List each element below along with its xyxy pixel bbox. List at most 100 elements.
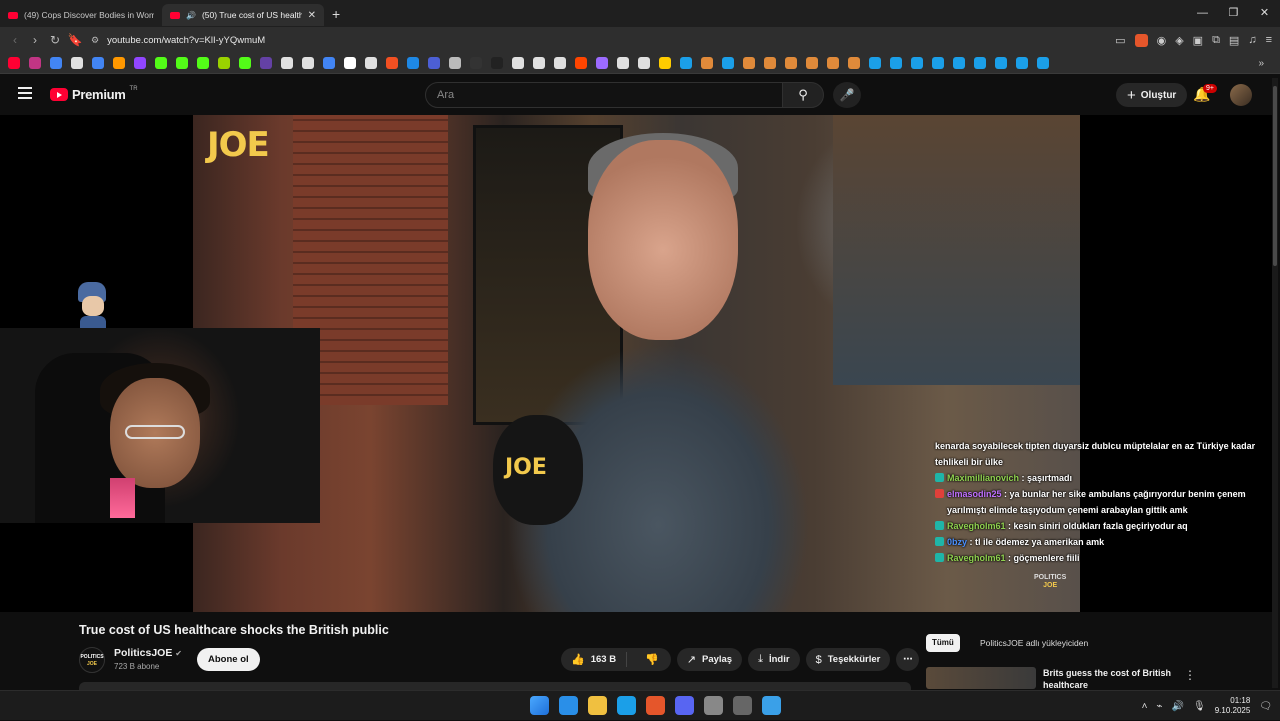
page-scrollbar[interactable] [1272,78,1278,688]
brave-shields-icon[interactable] [1134,33,1148,47]
bookmark-icon[interactable] [680,57,692,69]
forward-icon[interactable]: › [25,33,45,47]
extension-icon[interactable]: ▣ [1193,34,1203,47]
bookmark-icon[interactable] [764,57,776,69]
bookmark-icon[interactable] [92,57,104,69]
chevron-up-icon[interactable]: ˄ [1142,701,1148,712]
bookmark-icon[interactable] [113,57,125,69]
extension-icon[interactable]: ◉ [1157,34,1167,47]
thanks-button[interactable]: $ Teşekkürler [805,648,891,671]
more-vertical-icon[interactable]: ⋮ [1184,668,1196,682]
filter-chip-all[interactable]: Tümü [926,634,960,652]
bookmark-icon[interactable] [239,57,251,69]
bookmark-icon[interactable] [470,57,482,69]
taskbar-app-icon[interactable] [646,696,665,715]
bookmark-icon[interactable] [890,57,902,69]
bookmark-icon[interactable] [8,57,20,69]
bookmark-icon[interactable] [323,57,335,69]
taskbar-app-icon[interactable] [588,696,607,715]
bookmark-icon[interactable] [701,57,713,69]
url-field[interactable]: ⚙ youtube.com/watch?v=KlI-yYQwmuM [91,30,1081,50]
channel-name[interactable]: PoliticsJOE ✔ [114,647,182,659]
download-button[interactable]: ⤓ İndir [748,648,800,671]
youtube-premium-logo[interactable]: Premium TR [50,86,138,102]
minimize-button[interactable]: — [1187,0,1218,27]
taskbar-app-icon[interactable] [704,696,723,715]
media-icon[interactable]: ♫ [1248,34,1256,46]
bookmark-icon[interactable] [638,57,650,69]
bookmark-icon[interactable] [743,57,755,69]
browser-tab-2[interactable]: 🔊 (50) True cost of US healthcare ✕ [162,4,324,26]
description-box[interactable] [79,682,911,690]
bookmark-icon[interactable] [29,57,41,69]
bookmark-icon[interactable] [155,57,167,69]
puzzle-icon[interactable]: ⧉ [1212,34,1220,47]
bookmark-icon[interactable] [302,57,314,69]
menu-icon[interactable]: ≡ [1266,34,1272,46]
bookmark-icon[interactable] [50,57,62,69]
bookmark-icon[interactable] [260,57,272,69]
like-button[interactable]: 👍 163 B [561,652,628,667]
filter-chip-channel[interactable]: PoliticsJOE adlı yükleyiciden [980,638,1088,648]
bookmark-icon[interactable] [491,57,503,69]
more-bookmarks-icon[interactable]: » [1258,58,1264,69]
bookmark-icon[interactable] [533,57,545,69]
bookmark-icon[interactable] [365,57,377,69]
bookmark-icon[interactable] [722,57,734,69]
taskbar-app-icon[interactable] [675,696,694,715]
windows-start-icon[interactable] [530,696,549,715]
bookmark-icon[interactable] [911,57,923,69]
bookmark-icon[interactable] [806,57,818,69]
bookmark-icon[interactable] [974,57,986,69]
browser-tab-1[interactable]: (49) Cops Discover Bodies in Woman [0,4,162,26]
bookmark-icon[interactable] [596,57,608,69]
new-tab-button[interactable]: + [332,6,340,22]
subscribe-button[interactable]: Abone ol [197,648,260,671]
reload-icon[interactable]: ↻ [45,33,65,47]
bookmark-icon[interactable] [575,57,587,69]
back-icon[interactable]: ‹ [5,33,25,47]
bookmark-icon[interactable] [848,57,860,69]
search-button[interactable]: ⚲ [782,82,824,108]
bookmark-icon[interactable] [995,57,1007,69]
scrollbar-thumb[interactable] [1273,86,1277,266]
bookmark-icon[interactable] [71,57,83,69]
bookmark-icon[interactable] [134,57,146,69]
bookmark-icon[interactable]: 🔖 [65,33,85,47]
bookmark-icon[interactable] [386,57,398,69]
speaker-icon[interactable]: 🔊 [186,11,196,20]
share-button[interactable]: ↗ Paylaş [676,648,743,671]
bookmark-icon[interactable] [953,57,965,69]
sidebar-icon[interactable]: ▤ [1229,34,1239,47]
maximize-button[interactable]: ❐ [1218,0,1249,27]
more-actions-button[interactable]: ⋯ [896,648,920,671]
bookmark-icon[interactable] [449,57,461,69]
taskbar-app-icon[interactable] [617,696,636,715]
volume-icon[interactable]: 🔊 [1172,701,1184,712]
notification-center-icon[interactable]: 🗨 [1259,701,1272,712]
taskbar-app-icon[interactable] [559,696,578,715]
bookmark-icon[interactable] [344,57,356,69]
bookmark-icon[interactable] [197,57,209,69]
account-avatar[interactable] [1230,84,1252,106]
network-icon[interactable]: ⌁ [1157,701,1163,712]
bookmark-icon[interactable] [659,57,671,69]
bookmark-icon[interactable] [827,57,839,69]
bookmark-icon[interactable] [428,57,440,69]
channel-avatar[interactable]: POLITICS JOE [79,647,105,673]
create-button[interactable]: + Oluştur [1116,83,1188,107]
bookmark-icon[interactable] [176,57,188,69]
recommendation-title[interactable]: Brits guess the cost of British healthca… [1043,667,1173,691]
taskbar-app-icon[interactable] [762,696,781,715]
bookmark-icon[interactable] [1016,57,1028,69]
bookmark-icon[interactable] [617,57,629,69]
dislike-button[interactable]: 👎 [633,653,671,666]
bookmark-icon[interactable] [512,57,524,69]
bookmark-icon[interactable] [407,57,419,69]
site-settings-icon[interactable]: ⚙ [91,35,99,46]
clock[interactable]: 01:18 9.10.2025 [1215,696,1251,716]
recommendation-thumbnail[interactable] [926,667,1036,689]
microphone-icon[interactable]: 🎙 [1193,701,1206,712]
bookmark-icon[interactable] [1037,57,1049,69]
taskbar-app-icon[interactable] [733,696,752,715]
